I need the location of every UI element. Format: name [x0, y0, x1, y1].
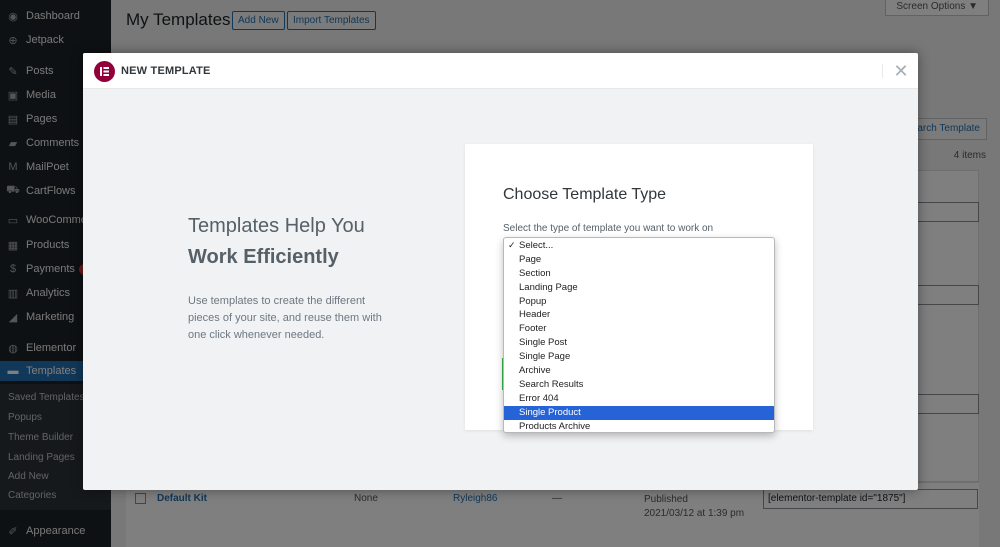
dropdown-option-label: Footer	[519, 323, 547, 335]
dropdown-option-label: Archive	[519, 365, 551, 377]
dropdown-option[interactable]: Single Product	[504, 405, 774, 420]
modal-title: NEW TEMPLATE	[121, 65, 211, 77]
dropdown-option-label: Single Post	[519, 337, 568, 349]
dropdown-option-label: Search Results	[519, 378, 584, 390]
header-divider	[882, 64, 883, 78]
dropdown-option-label: Popup	[519, 295, 547, 307]
dropdown-option[interactable]: ✓ Select...	[504, 239, 774, 253]
dropdown-option-label: Section	[519, 267, 551, 279]
dropdown-option-label: Error 404	[519, 392, 559, 404]
dropdown-option[interactable]: Error 404	[504, 392, 774, 406]
dropdown-option[interactable]: Page	[504, 253, 774, 267]
modal-header: NEW TEMPLATE ✕	[83, 53, 918, 89]
dropdown-option[interactable]: Popup	[504, 295, 774, 309]
dropdown-option[interactable]: Footer	[504, 322, 774, 336]
intro-heading-line1: Templates Help You	[188, 215, 365, 237]
dropdown-option[interactable]: Section	[504, 267, 774, 281]
dropdown-option[interactable]: Products Archive	[504, 420, 774, 434]
template-type-dropdown[interactable]: ✓ Select... Page Section Landing Page Popup He…	[503, 237, 775, 433]
dropdown-option-label: Products Archive	[519, 420, 591, 432]
dropdown-option[interactable]: Landing Page	[504, 281, 774, 295]
dropdown-option[interactable]: Single Post	[504, 336, 774, 350]
dropdown-option[interactable]: Search Results	[504, 378, 774, 392]
card-title: Choose Template Type	[503, 186, 667, 203]
dropdown-option[interactable]: Single Page	[504, 350, 774, 364]
elementor-logo-icon	[94, 61, 115, 82]
dropdown-option-label: Single Page	[519, 351, 571, 363]
intro-heading: Templates Help You Work Efficiently	[188, 211, 408, 273]
card-subtitle: Select the type of template you want to …	[503, 223, 714, 234]
new-template-modal: NEW TEMPLATE ✕ Templates Help You Work E…	[83, 53, 918, 490]
dropdown-option-label: Landing Page	[519, 281, 578, 293]
dropdown-option-label: Single Product	[519, 406, 581, 418]
checkmark-icon: ✓	[508, 240, 516, 250]
dropdown-option[interactable]: Header	[504, 308, 774, 322]
intro-heading-line2: Work Efficiently	[188, 246, 339, 268]
intro-description: Use templates to create the different pi…	[188, 295, 382, 341]
dropdown-option-label: Header	[519, 309, 551, 321]
close-icon[interactable]: ✕	[890, 60, 912, 82]
dropdown-option-label: Page	[519, 253, 542, 265]
dropdown-option[interactable]: Archive	[504, 364, 774, 378]
dropdown-option-label: Select...	[519, 240, 554, 251]
